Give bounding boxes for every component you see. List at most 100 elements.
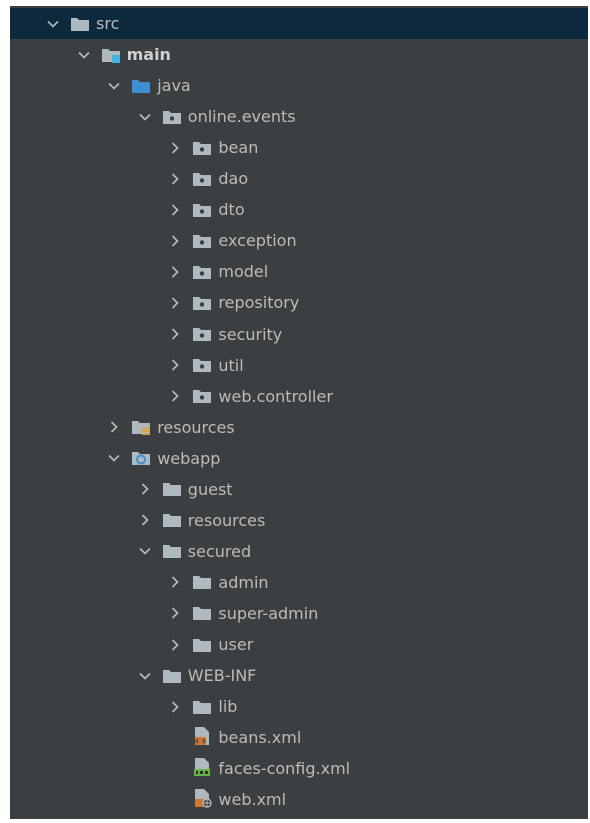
web-xml-file-icon: [192, 788, 213, 808]
chevron-right-icon[interactable]: [168, 296, 182, 310]
tree-node-security[interactable]: security: [10, 319, 588, 350]
folder-icon: [70, 16, 90, 32]
tree-node-src[interactable]: src: [10, 8, 588, 39]
tree-node-label: java: [157, 76, 191, 96]
module-folder-icon: [101, 47, 121, 63]
project-tree-panel: src main java online.events bean dao dto except…: [10, 6, 588, 819]
tree-node-label: main: [126, 45, 171, 65]
tree-node-repository[interactable]: repository: [10, 287, 588, 318]
tree-node-bean[interactable]: bean: [10, 132, 588, 163]
chevron-down-icon[interactable]: [77, 48, 91, 62]
chevron-down-icon[interactable]: [107, 451, 121, 465]
tree-node-guest[interactable]: guest: [10, 474, 588, 505]
tree-node-label: security: [218, 324, 283, 344]
package-icon: [192, 140, 212, 156]
tree-node-super-admin[interactable]: super-admin: [10, 598, 588, 629]
folder-icon: [162, 512, 182, 528]
tree-node-label: admin: [218, 572, 269, 592]
package-icon: [192, 295, 212, 311]
package-icon: [192, 202, 212, 218]
web-folder-icon: [131, 450, 151, 466]
tree-node-label: lib: [218, 697, 238, 717]
chevron-right-icon[interactable]: [107, 420, 121, 434]
tree-node-lib[interactable]: lib: [10, 691, 588, 722]
package-icon: [192, 326, 212, 342]
tree-node-faces-config-xml[interactable]: faces-config.xml: [10, 753, 588, 784]
tree-node-admin[interactable]: admin: [10, 567, 588, 598]
package-icon: [192, 264, 212, 280]
folder-icon: [192, 574, 212, 590]
chevron-down-icon[interactable]: [138, 110, 152, 124]
tree-node-webapp[interactable]: webapp: [10, 443, 588, 474]
tree-node-web-inf[interactable]: WEB-INF: [10, 660, 588, 691]
tree-node-web-controller[interactable]: web.controller: [10, 381, 588, 412]
chevron-down-icon[interactable]: [138, 544, 152, 558]
tree-node-label: bean: [218, 138, 259, 158]
chevron-down-icon[interactable]: [46, 17, 60, 31]
tree-node-label: repository: [218, 293, 300, 313]
tree-node-label: WEB-INF: [187, 666, 257, 686]
chevron-right-icon[interactable]: [168, 358, 182, 372]
tree-node-label: webapp: [157, 448, 221, 468]
tree-node-label: resources: [187, 510, 266, 530]
tree-node-web-xml[interactable]: web.xml: [10, 784, 588, 815]
package-icon: [192, 388, 212, 404]
folder-icon: [192, 637, 212, 653]
tree-node-online-events[interactable]: online.events: [10, 101, 588, 132]
tree-node-dao[interactable]: dao: [10, 163, 588, 194]
chevron-down-icon[interactable]: [107, 79, 121, 93]
xml-file-icon: [192, 726, 212, 746]
tree-node-user[interactable]: user: [10, 629, 588, 660]
tree-node-label: web.controller: [218, 386, 333, 406]
chevron-right-icon[interactable]: [138, 482, 152, 496]
tree-node-label: guest: [187, 479, 233, 499]
chevron-right-icon[interactable]: [168, 389, 182, 403]
chevron-right-icon[interactable]: [168, 203, 182, 217]
tree-node-beans-xml[interactable]: beans.xml: [10, 722, 588, 753]
tree-node-label: resources: [157, 417, 235, 437]
folder-icon: [192, 605, 212, 621]
tree-node-exception[interactable]: exception: [10, 225, 588, 256]
chevron-right-icon[interactable]: [168, 141, 182, 155]
chevron-right-icon[interactable]: [168, 265, 182, 279]
tree-node-label: user: [218, 635, 254, 654]
chevron-right-icon[interactable]: [168, 606, 182, 620]
package-icon: [192, 357, 212, 373]
folder-icon: [162, 543, 182, 559]
tree-node-dto[interactable]: dto: [10, 194, 588, 225]
tree-node-label: faces-config.xml: [218, 759, 351, 779]
package-icon: [192, 233, 212, 249]
tree-node-label: online.events: [187, 107, 296, 127]
tree-node-label: model: [218, 262, 269, 282]
tree-node-label: web.xml: [218, 790, 287, 810]
tree-node-main[interactable]: main: [10, 39, 588, 70]
tree-node-label: dto: [218, 200, 245, 220]
package-icon: [162, 109, 182, 125]
tree-node-label: super-admin: [218, 603, 319, 623]
tree-node-label: util: [218, 355, 244, 375]
tree-node-label: dao: [218, 169, 249, 189]
chevron-right-icon[interactable]: [168, 327, 182, 341]
folder-icon: [192, 699, 212, 715]
tree-node-java[interactable]: java: [10, 70, 588, 101]
tree-node-label: beans.xml: [218, 728, 302, 748]
tree-node-label: secured: [187, 541, 252, 561]
resources-root-folder-icon: [131, 419, 151, 436]
chevron-right-icon[interactable]: [168, 700, 182, 714]
chevron-right-icon[interactable]: [168, 638, 182, 652]
chevron-right-icon[interactable]: [168, 575, 182, 589]
chevron-down-icon[interactable]: [138, 669, 152, 683]
tree-node-util[interactable]: util: [10, 350, 588, 381]
jsf-config-file-icon: [192, 757, 212, 777]
tree-node-model[interactable]: model: [10, 256, 588, 287]
source-root-folder-icon: [131, 78, 151, 94]
chevron-right-icon[interactable]: [168, 172, 182, 186]
chevron-right-icon[interactable]: [168, 234, 182, 248]
tree-node-resources[interactable]: resources: [10, 412, 588, 443]
tree-node-resources[interactable]: resources: [10, 505, 588, 536]
folder-icon: [162, 668, 182, 684]
tree-node-secured[interactable]: secured: [10, 536, 588, 567]
chevron-right-icon[interactable]: [138, 513, 152, 527]
tree-node-label: exception: [218, 231, 297, 251]
folder-icon: [162, 481, 182, 497]
